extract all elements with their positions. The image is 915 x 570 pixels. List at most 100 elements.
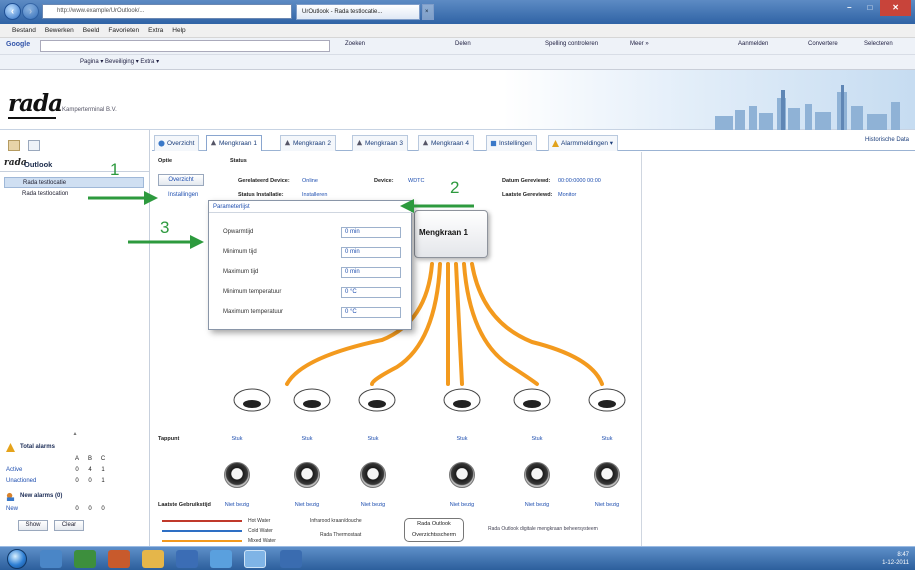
overview-button[interactable]: Overzicht [158,174,204,186]
param-label: Minimum temperatuur [223,289,282,295]
outlet-value[interactable]: Stuk [222,436,252,442]
info-label: Status Installatie: [238,192,284,198]
historic-data-link[interactable]: Historische Data [865,137,909,143]
ie-icon[interactable] [40,550,62,568]
outlet-value[interactable]: Stuk [592,436,622,442]
warning-icon [6,443,15,452]
menu-item[interactable]: Bestand [12,24,36,37]
alarm-count: 0 [75,506,79,512]
tab-title: UrOutlook - Rada testlocatie... [302,9,383,15]
tab-mengkraan-3[interactable]: Mengkraan 3 [352,135,408,151]
alarm-row-label[interactable]: Unactioned [6,478,36,484]
folder-icon[interactable] [8,140,20,151]
outlet-gauge-icon[interactable] [224,462,250,488]
browser-icon[interactable] [210,550,232,568]
toolbar-spelling-button[interactable]: Spelling controleren [545,41,598,47]
toolbar-select-button[interactable]: Selecteren [864,41,893,47]
outlook-header: rada Outlook [0,157,150,172]
outlet-status: Niet bezig [524,502,550,508]
outlet-value[interactable]: Stuk [292,436,322,442]
close-icon[interactable]: ✕ [880,0,912,16]
address-bar[interactable]: http://www.example/UrOutlook/... [42,4,292,19]
outlet-gauge-icon[interactable] [524,462,550,488]
outlet-value[interactable]: Stuk [358,436,388,442]
start-button[interactable] [7,549,27,569]
legend-thermostat: Rada Thermostaat [320,532,362,538]
alarm-row-label[interactable]: Active [6,467,22,473]
tab-close-button[interactable]: × [422,4,434,20]
rada-outlook-box: Rada Outlook Overzichtsscherm [404,518,464,542]
outlet-gauge-icon[interactable] [360,462,386,488]
powerpoint-icon[interactable] [108,550,130,568]
tab-mengkraan-4[interactable]: Mengkraan 4 [418,135,474,151]
menu-item[interactable]: Help [172,24,185,37]
outlet-value[interactable]: Stuk [447,436,477,442]
settings-icon [490,140,497,147]
outlet-value[interactable]: Stuk [522,436,552,442]
forward-button[interactable]: › [22,3,39,20]
menu-item[interactable]: Favorieten [108,24,139,37]
param-input[interactable]: 0 min [341,267,401,278]
rada-logo: rada [8,90,63,117]
settings-popup: Parameterlijst Opwarmtijd 0 min Minimum … [208,200,413,330]
mixed-water-line [162,540,242,542]
param-input[interactable]: 0 °C [341,307,401,318]
installation-link[interactable]: Installingen [168,192,198,198]
tab-mengkraan-2[interactable]: Mengkraan 2 [280,135,336,151]
excel-icon[interactable] [74,550,96,568]
param-input[interactable]: 0 °C [341,287,401,298]
google-search-input[interactable] [40,40,330,52]
param-label: Maximum tijd [223,269,259,275]
outlet-gauge-icon[interactable] [294,462,320,488]
tab-alarmmeldingen[interactable]: Alarmmeldingen ▾ [548,135,619,151]
mixer-unit[interactable]: Mengkraan 1 [414,210,488,258]
back-button[interactable]: ‹ [4,3,21,20]
tab-overview[interactable]: Overzicht [154,135,200,151]
toolbar-search-button[interactable]: Zoeken [345,41,365,47]
alarm-count: 0 [101,506,105,512]
browser-titlebar: ‹ › http://www.example/UrOutlook/... UrO… [0,0,915,24]
alarm-row-label[interactable]: New [6,506,18,512]
legend-cold: Cold Water [248,528,273,534]
menu-item[interactable]: Extra [148,24,163,37]
param-input[interactable]: 0 min [341,227,401,238]
alarm-count: 1 [101,467,105,473]
tab-instellingen[interactable]: Instellingen [486,135,537,151]
active-window-icon[interactable] [244,550,266,568]
app-icon[interactable] [280,550,302,568]
param-label: Opwarmtijd [223,229,254,235]
toolbar-convert-button[interactable]: Convertere [808,41,838,47]
splitter-handle[interactable]: ▴ [60,430,90,437]
toolbar-more-button[interactable]: Meer » [630,41,649,47]
outlet-gauge-icon[interactable] [449,462,475,488]
system-tray[interactable]: 8:47 1-12-2011 [882,551,909,567]
location-item[interactable]: Rada testlocatie [4,177,144,188]
legend-valve: Infrarood kraan/douche [310,518,362,524]
annotation-arrow-left [400,199,474,213]
toolbar-signin-button[interactable]: Aanmelden [738,41,768,47]
minimize-icon[interactable]: – [839,0,860,16]
menu-item[interactable]: Beeld [83,24,100,37]
outlet-gauge-icon[interactable] [594,462,620,488]
mixer-icon [422,140,429,146]
param-label: Maximum temperatuur [223,309,284,315]
explorer-icon[interactable] [142,550,164,568]
menu-item[interactable]: Bewerken [45,24,74,37]
show-alarms-button[interactable]: Show [18,520,48,531]
col-header: B [87,456,92,462]
word-icon[interactable] [176,550,198,568]
param-input[interactable]: 0 min [341,247,401,258]
toolbar-share-button[interactable]: Delen [455,41,471,47]
col-header: A [74,456,79,462]
tab-active[interactable]: UrOutlook - Rada testlocatie... [296,4,420,20]
tools-icon[interactable] [28,140,40,151]
clock-time: 8:47 [897,552,909,558]
alarm-count: 0 [75,467,79,473]
tab-mengkraan-1[interactable]: Mengkraan 1 [206,135,262,151]
logo-underline [8,117,56,119]
command-bar-items[interactable]: Pagina ▾ Beveiliging ▾ Extra ▾ [80,59,159,65]
info-value: 00:00:0000 00:00 [558,178,601,184]
clear-alarms-button[interactable]: Clear [54,520,84,531]
maximize-icon[interactable]: □ [860,0,881,16]
legend-mixed: Mixed Water [248,538,276,544]
